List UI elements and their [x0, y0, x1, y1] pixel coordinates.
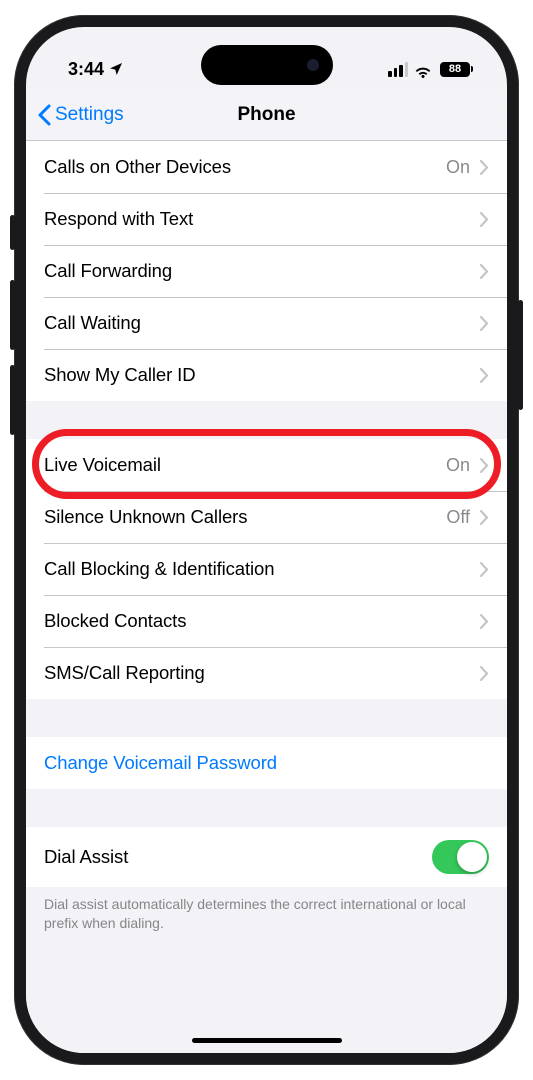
nav-bar: Settings Phone: [26, 89, 507, 141]
row-label: Silence Unknown Callers: [44, 506, 446, 528]
back-button[interactable]: Settings: [38, 104, 124, 126]
row-label: SMS/Call Reporting: [44, 662, 480, 684]
row-label: Live Voicemail: [44, 454, 446, 476]
cellular-signal-icon: [388, 62, 408, 77]
settings-group-change-voicemail: Change Voicemail Password: [26, 737, 507, 789]
row-value: Off: [446, 507, 470, 528]
volume-up-button: [10, 280, 15, 350]
row-calls-on-other-devices[interactable]: Calls on Other Devices On: [26, 141, 507, 193]
dial-assist-footer: Dial assist automatically determines the…: [26, 887, 507, 933]
row-label: Call Forwarding: [44, 260, 480, 282]
row-label: Call Blocking & Identification: [44, 558, 480, 580]
settings-group-calls: Calls on Other Devices On Respond with T…: [26, 141, 507, 401]
row-silence-unknown-callers[interactable]: Silence Unknown Callers Off: [26, 491, 507, 543]
row-show-my-caller-id[interactable]: Show My Caller ID: [26, 349, 507, 401]
phone-frame: 3:44 88 Settings: [14, 15, 519, 1065]
page-title: Phone: [237, 104, 295, 126]
location-arrow-icon: [108, 61, 124, 77]
row-label: Dial Assist: [44, 846, 432, 868]
chevron-right-icon: [480, 160, 489, 175]
battery-percent: 88: [449, 63, 461, 75]
dial-assist-toggle[interactable]: [432, 840, 489, 874]
row-dial-assist[interactable]: Dial Assist: [26, 827, 507, 887]
chevron-right-icon: [480, 316, 489, 331]
row-value: On: [446, 455, 470, 476]
volume-down-button: [10, 365, 15, 435]
chevron-right-icon: [480, 368, 489, 383]
settings-group-voicemail: Live Voicemail On Silence Unknown Caller…: [26, 439, 507, 699]
row-call-waiting[interactable]: Call Waiting: [26, 297, 507, 349]
row-label: Calls on Other Devices: [44, 156, 446, 178]
status-time: 3:44: [68, 59, 104, 80]
row-sms-call-reporting[interactable]: SMS/Call Reporting: [26, 647, 507, 699]
wifi-icon: [413, 62, 433, 77]
settings-content[interactable]: Calls on Other Devices On Respond with T…: [26, 141, 507, 1053]
row-label: Show My Caller ID: [44, 364, 480, 386]
chevron-right-icon: [480, 614, 489, 629]
chevron-right-icon: [480, 458, 489, 473]
row-value: On: [446, 157, 470, 178]
mute-switch: [10, 215, 15, 250]
battery-icon: 88: [440, 62, 473, 77]
chevron-right-icon: [480, 264, 489, 279]
chevron-right-icon: [480, 666, 489, 681]
home-indicator[interactable]: [192, 1038, 342, 1044]
row-label: Call Waiting: [44, 312, 480, 334]
screen: 3:44 88 Settings: [26, 27, 507, 1053]
row-label: Change Voicemail Password: [44, 752, 489, 774]
settings-group-dial-assist: Dial Assist: [26, 827, 507, 887]
row-call-forwarding[interactable]: Call Forwarding: [26, 245, 507, 297]
row-blocked-contacts[interactable]: Blocked Contacts: [26, 595, 507, 647]
row-change-voicemail-password[interactable]: Change Voicemail Password: [26, 737, 507, 789]
back-label: Settings: [55, 104, 124, 126]
row-live-voicemail[interactable]: Live Voicemail On: [26, 439, 507, 491]
chevron-right-icon: [480, 212, 489, 227]
dynamic-island: [201, 45, 333, 85]
row-label: Blocked Contacts: [44, 610, 480, 632]
row-call-blocking-identification[interactable]: Call Blocking & Identification: [26, 543, 507, 595]
chevron-right-icon: [480, 510, 489, 525]
row-label: Respond with Text: [44, 208, 480, 230]
row-respond-with-text[interactable]: Respond with Text: [26, 193, 507, 245]
chevron-right-icon: [480, 562, 489, 577]
power-button: [518, 300, 523, 410]
